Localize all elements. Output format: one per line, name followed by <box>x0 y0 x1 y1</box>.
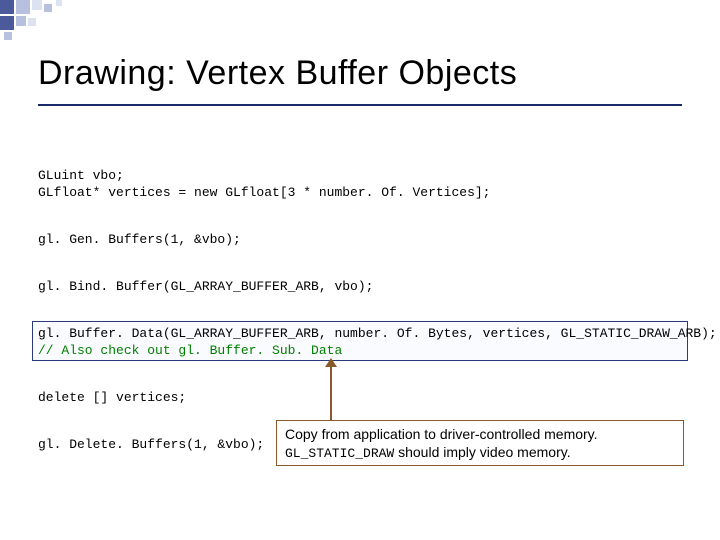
title-underline <box>38 104 682 106</box>
callout-mono: GL_STATIC_DRAW <box>285 446 394 461</box>
code-line-6-comment: // Also check out gl. Buffer. Sub. Data <box>38 343 342 360</box>
code-line-7: delete [] vertices; <box>38 390 186 407</box>
slide-title: Drawing: Vertex Buffer Objects <box>38 54 517 93</box>
callout-arrow-line <box>330 362 332 420</box>
callout-text-1: Copy from application to driver-controll… <box>285 426 598 442</box>
code-line-5: gl. Buffer. Data(GL_ARRAY_BUFFER_ARB, nu… <box>38 326 717 343</box>
corner-decoration <box>0 0 120 40</box>
callout-text-2: should imply video memory. <box>394 444 570 460</box>
code-line-1: GLuint vbo; <box>38 168 124 185</box>
code-line-4: gl. Bind. Buffer(GL_ARRAY_BUFFER_ARB, vb… <box>38 279 373 296</box>
code-line-3: gl. Gen. Buffers(1, &vbo); <box>38 232 241 249</box>
callout-arrow-head <box>325 358 337 367</box>
code-line-2: GLfloat* vertices = new GLfloat[3 * numb… <box>38 185 490 202</box>
code-line-8: gl. Delete. Buffers(1, &vbo); <box>38 437 264 454</box>
callout-box: Copy from application to driver-controll… <box>276 420 684 466</box>
